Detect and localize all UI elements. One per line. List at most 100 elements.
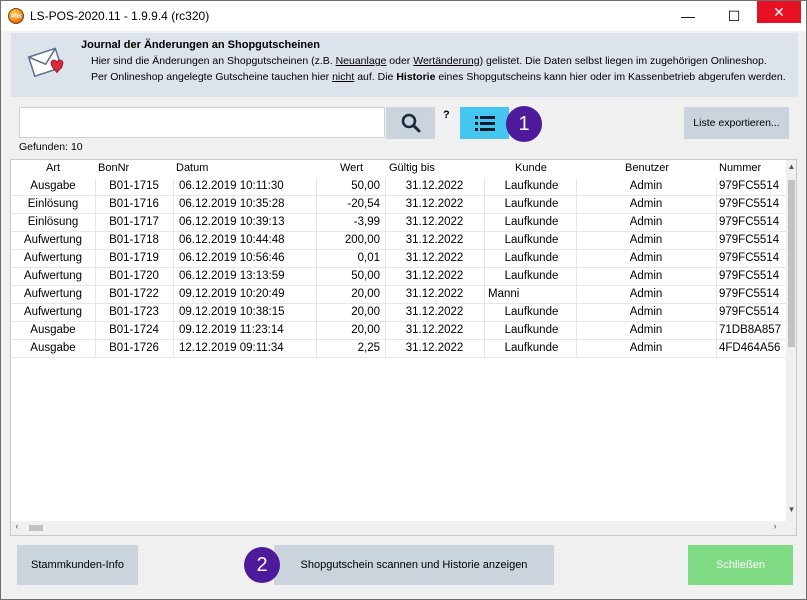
list-icon — [474, 116, 495, 131]
table-row[interactable]: Aufwertung B01-1718 06.12.2019 10:44:48 200… — [11, 232, 786, 250]
cell-gueltig-bis: 31.12.2022 — [405, 216, 464, 228]
cell-benutzer: Admin — [629, 306, 663, 318]
cell-bonnr: B01-1716 — [109, 198, 159, 210]
horizontal-scroll-thumb[interactable] — [29, 525, 43, 531]
header-text: Hier sind die Änderungen an Shopgutschei… — [91, 55, 336, 67]
cell-datum: 09.12.2019 10:20:49 — [179, 288, 285, 300]
cell-bonnr: B01-1715 — [109, 180, 159, 192]
scroll-up-arrow-icon[interactable]: ▲ — [786, 162, 796, 176]
header-text: auf. Die — [354, 71, 397, 83]
cell-wert: 20,00 — [351, 306, 380, 318]
stammkunden-info-button[interactable]: Stammkunden-Info — [17, 545, 138, 585]
cell-wert: 2,25 — [357, 342, 380, 354]
search-button[interactable] — [386, 107, 435, 139]
header-text-underlined: Wertänderung — [413, 55, 480, 67]
column-header-nummer[interactable]: Nummer — [719, 162, 761, 174]
header-description-line-1: Hier sind die Änderungen an Shopgutschei… — [91, 55, 767, 67]
cell-wert: -3,99 — [353, 216, 380, 228]
column-header-wert[interactable]: Wert — [340, 162, 363, 174]
table-row[interactable]: Ausgabe B01-1715 06.12.2019 10:11:30 50,00 3… — [11, 178, 786, 196]
cell-nummer: 979FC5514 — [719, 288, 780, 300]
header-text: ) gelistet. Die Daten selbst liegen im z… — [479, 55, 767, 67]
column-divider — [576, 178, 577, 358]
export-list-button[interactable]: Liste exportieren... — [684, 107, 789, 139]
cell-nummer: 979FC5514 — [719, 252, 780, 264]
header-description-line-2: Per Onlineshop angelegte Gutscheine tauc… — [91, 71, 786, 83]
help-icon[interactable]: ? — [443, 109, 450, 121]
cell-wert: 50,00 — [351, 180, 380, 192]
column-header-gueltig-bis[interactable]: Gültig bis — [389, 162, 435, 174]
column-divider — [95, 178, 96, 358]
table-row[interactable]: Aufwertung B01-1722 09.12.2019 10:20:49 20,… — [11, 286, 786, 304]
cell-gueltig-bis: 31.12.2022 — [405, 324, 464, 336]
cell-gueltig-bis: 31.12.2022 — [405, 234, 464, 246]
cell-datum: 12.12.2019 09:11:34 — [179, 342, 284, 354]
column-header-benutzer[interactable]: Benutzer — [625, 162, 669, 174]
cell-benutzer: Admin — [629, 252, 663, 264]
header-text-underlined: Neuanlage — [335, 55, 387, 67]
cell-gueltig-bis: 31.12.2022 — [405, 306, 464, 318]
app-logo-icon: POS — [8, 8, 24, 24]
minimize-button[interactable]: — — [665, 1, 711, 31]
close-button[interactable]: Schließen — [688, 545, 793, 585]
cell-bonnr: B01-1726 — [109, 342, 159, 354]
scroll-right-arrow-icon[interactable]: › — [769, 521, 781, 535]
cell-datum: 09.12.2019 10:38:15 — [179, 306, 285, 318]
scroll-down-arrow-icon[interactable]: ▼ — [786, 505, 796, 519]
cell-gueltig-bis: 31.12.2022 — [405, 270, 464, 282]
cell-gueltig-bis: 31.12.2022 — [405, 288, 464, 300]
cell-bonnr: B01-1720 — [109, 270, 159, 282]
horizontal-scrollbar[interactable]: ‹ › — [11, 521, 786, 535]
search-icon — [401, 113, 420, 133]
cell-art: Ausgabe — [30, 180, 76, 192]
scroll-left-arrow-icon[interactable]: ‹ — [11, 521, 23, 535]
header-text-bold: Historie — [396, 71, 436, 83]
cell-bonnr: B01-1722 — [109, 288, 159, 300]
column-header-kunde[interactable]: Kunde — [515, 162, 547, 174]
cell-nummer: 979FC5514 — [719, 216, 780, 228]
cell-kunde: Laufkunde — [504, 252, 559, 264]
table-row[interactable]: Einlösung B01-1716 06.12.2019 10:35:28 -20,… — [11, 196, 786, 214]
cell-benutzer: Admin — [629, 216, 663, 228]
cell-gueltig-bis: 31.12.2022 — [405, 180, 464, 192]
cell-benutzer: Admin — [629, 180, 663, 192]
scan-voucher-history-button[interactable]: Shopgutschein scannen und Historie anzei… — [274, 545, 554, 585]
cell-wert: 50,00 — [351, 270, 380, 282]
journal-list-button[interactable] — [460, 107, 509, 139]
cell-nummer: 979FC5514 — [719, 270, 780, 282]
cell-art: Aufwertung — [23, 234, 83, 246]
table-row[interactable]: Aufwertung B01-1719 06.12.2019 10:56:46 0,0… — [11, 250, 786, 268]
cell-bonnr: B01-1723 — [109, 306, 159, 318]
vertical-scrollbar[interactable]: ▲ ▼ — [786, 160, 796, 535]
table-row[interactable]: Ausgabe B01-1726 12.12.2019 09:11:34 2,25 31… — [11, 340, 786, 358]
column-header-datum[interactable]: Datum — [176, 162, 208, 174]
vertical-scroll-thumb[interactable] — [788, 180, 795, 347]
table-row[interactable]: Einlösung B01-1717 06.12.2019 10:39:13 -3,9… — [11, 214, 786, 232]
cell-nummer: 979FC5514 — [719, 198, 780, 210]
cell-wert: 20,00 — [351, 288, 380, 300]
info-header: Journal der Änderungen an Shopgutscheine… — [11, 33, 798, 97]
cell-kunde: Laufkunde — [504, 180, 559, 192]
cell-nummer: 4FD464A56 — [719, 342, 781, 354]
cell-nummer: 979FC5514 — [719, 234, 780, 246]
column-header-art[interactable]: Art — [46, 162, 60, 174]
close-window-button[interactable]: ✕ — [757, 1, 801, 23]
cell-wert: 20,00 — [351, 324, 380, 336]
table-row[interactable]: Ausgabe B01-1724 09.12.2019 11:23:14 20,00 3… — [11, 322, 786, 340]
cell-art: Ausgabe — [30, 342, 76, 354]
journal-table[interactable]: Art BonNr Datum Wert Gültig bis Kunde Be… — [10, 159, 797, 536]
cell-benutzer: Admin — [629, 342, 663, 354]
cell-benutzer: Admin — [629, 198, 663, 210]
cell-gueltig-bis: 31.12.2022 — [405, 342, 464, 354]
table-row[interactable]: Aufwertung B01-1723 09.12.2019 10:38:15 20,… — [11, 304, 786, 322]
search-input[interactable] — [19, 107, 385, 138]
column-header-bonnr[interactable]: BonNr — [98, 162, 129, 174]
header-text: oder — [386, 55, 414, 67]
column-divider — [716, 178, 717, 358]
found-count: Gefunden: 10 — [19, 141, 83, 153]
cell-kunde: Laufkunde — [504, 234, 559, 246]
column-divider — [385, 178, 386, 358]
maximize-button[interactable]: ☐ — [711, 1, 757, 31]
table-row[interactable]: Aufwertung B01-1720 06.12.2019 13:13:59 50,… — [11, 268, 786, 286]
cell-datum: 06.12.2019 10:56:46 — [179, 252, 285, 264]
